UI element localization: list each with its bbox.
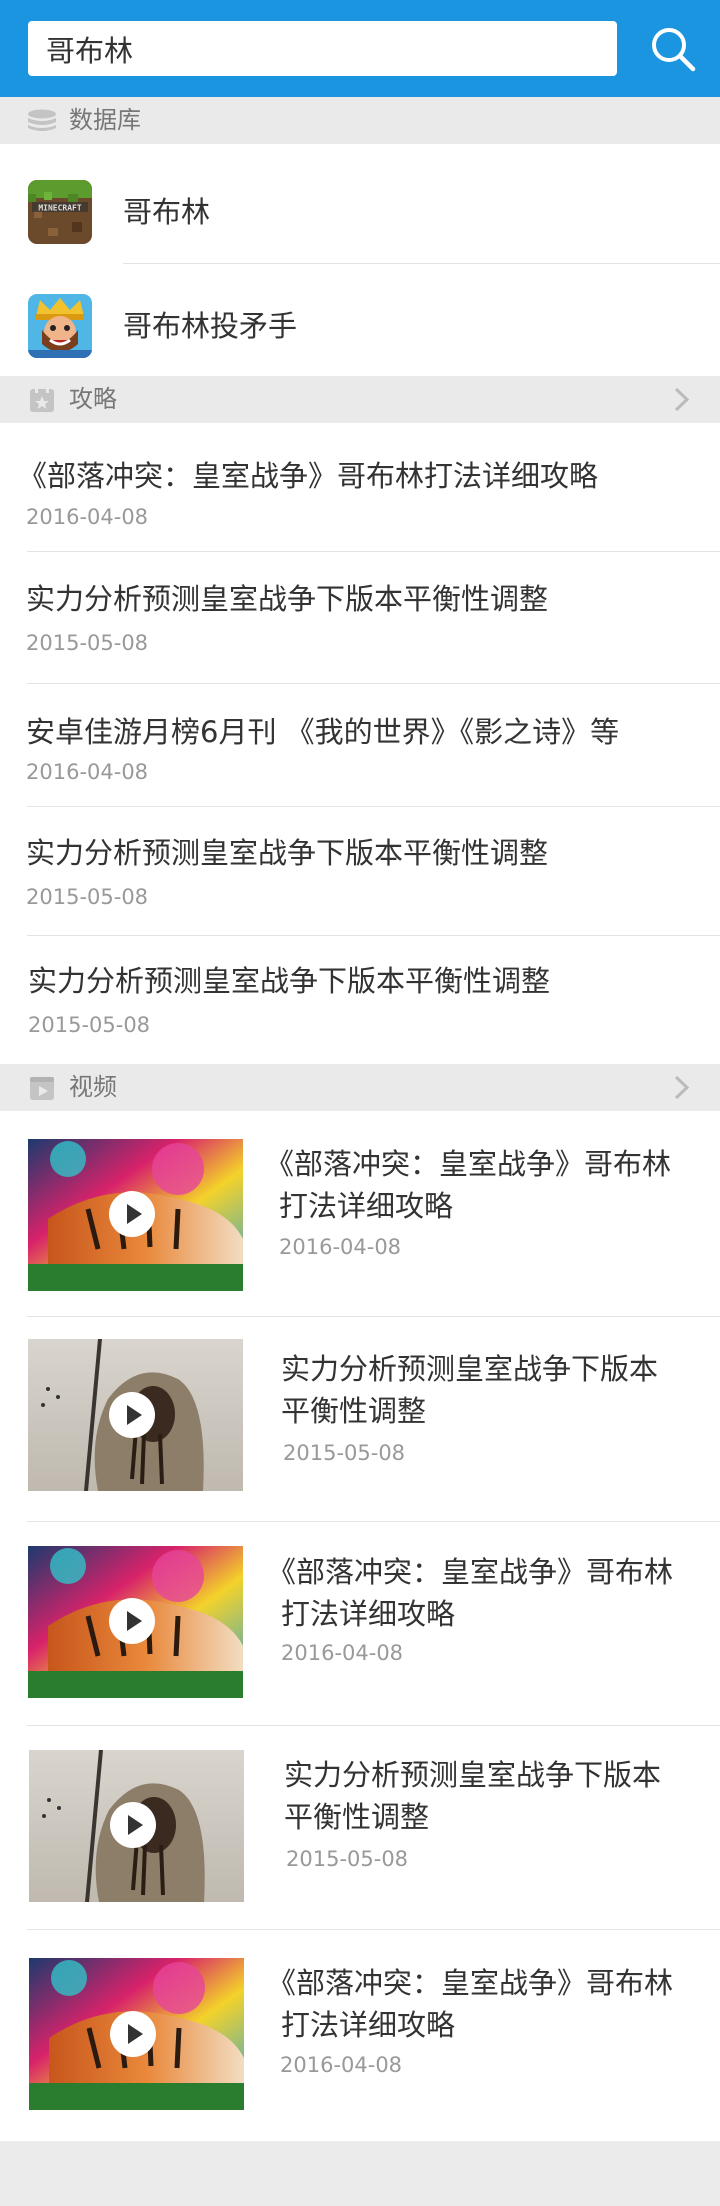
search-header (0, 0, 720, 97)
video-item[interactable]: 实力分析预测皇室战争下版本 平衡性调整 2015-05-08 (0, 1726, 720, 1930)
database-item[interactable]: MINECRAFT 哥布林 (0, 144, 720, 257)
video-list: 《部落冲突：皇室战争》哥布林 打法详细攻略 2016-04-08 实力分析预测皇… (0, 1111, 720, 2141)
database-item[interactable]: 哥布林投矛手 (0, 258, 720, 371)
video-date: 2016-04-08 (280, 2053, 403, 2077)
play-button[interactable] (110, 1802, 156, 1848)
article-date: 2016-04-08 (26, 760, 149, 784)
play-button[interactable] (110, 2011, 156, 2057)
video-title: 《部落冲突：皇室战争》哥布林 打法详细攻略 (265, 1143, 695, 1227)
database-section-header: 数据库 (0, 97, 720, 144)
article-title: 实力分析预测皇室战争下版本平衡性调整 (26, 582, 549, 616)
video-date: 2016-04-08 (279, 1235, 402, 1259)
video-title-line: 《部落冲突：皇室战争》哥布林 (265, 1147, 672, 1181)
video-title-line: 《部落冲突：皇室战争》哥布林 (267, 1555, 674, 1589)
video-title: 《部落冲突：皇室战争》哥布林 打法详细攻略 (267, 1551, 697, 1635)
minecraft-app-icon: MINECRAFT (28, 180, 92, 244)
video-icon (30, 1077, 54, 1100)
play-icon (127, 1405, 142, 1425)
video-title: 实力分析预测皇室战争下版本 平衡性调整 (281, 1348, 711, 1432)
play-button[interactable] (109, 1191, 155, 1237)
video-title-line: 实力分析预测皇室战争下版本 (284, 1758, 662, 1792)
video-item[interactable]: 《部落冲突：皇室战争》哥布林 打法详细攻略 2016-04-08 (0, 1930, 720, 2141)
section-label-video: 视频 (69, 1073, 117, 1101)
database-icon (28, 109, 56, 131)
video-section-header[interactable]: 视频 (0, 1064, 720, 1111)
video-title: 实力分析预测皇室战争下版本 平衡性调整 (284, 1754, 714, 1838)
article-date: 2015-05-08 (28, 1013, 151, 1037)
video-title-line: 平衡性调整 (281, 1394, 427, 1428)
video-title-line: 实力分析预测皇室战争下版本 (281, 1352, 659, 1386)
video-title-line: 打法详细攻略 (281, 1597, 456, 1631)
chevron-right-icon[interactable] (672, 386, 692, 413)
article-title: 安卓佳游月榜6月刊 《我的世界》《影之诗》等 (26, 715, 620, 749)
database-list: MINECRAFT 哥布林 哥布林投矛手 (0, 144, 720, 376)
article-item[interactable]: 实力分析预测皇室战争下版本平衡性调整 2015-05-08 (0, 936, 720, 1064)
video-item[interactable]: 《部落冲突：皇室战争》哥布林 打法详细攻略 2016-04-08 (0, 1111, 720, 1316)
article-item[interactable]: 实力分析预测皇室战争下版本平衡性调整 2015-05-08 (0, 552, 720, 683)
play-icon (127, 1204, 142, 1224)
play-button[interactable] (109, 1598, 155, 1644)
article-title: 《部落冲突：皇室战争》哥布林打法详细攻略 (18, 459, 599, 493)
clash-royale-goblin-app-icon (28, 294, 92, 358)
strategy-list: 《部落冲突：皇室战争》哥布林打法详细攻略 2016-04-08 实力分析预测皇室… (0, 423, 720, 1064)
strategy-icon (30, 388, 54, 412)
article-title: 实力分析预测皇室战争下版本平衡性调整 (26, 836, 549, 870)
search-input[interactable] (28, 21, 617, 76)
article-date: 2015-05-08 (26, 631, 149, 655)
article-title: 实力分析预测皇室战争下版本平衡性调整 (28, 964, 551, 998)
chevron-right-icon[interactable] (672, 1074, 692, 1101)
section-label-database: 数据库 (69, 106, 141, 134)
video-title-line: 《部落冲突：皇室战争》哥布林 (267, 1966, 674, 2000)
play-icon (128, 1815, 143, 1835)
play-icon (128, 2024, 143, 2044)
video-title: 《部落冲突：皇室战争》哥布林 打法详细攻略 (267, 1962, 697, 2046)
video-title-line: 平衡性调整 (284, 1800, 430, 1834)
video-date: 2015-05-08 (283, 1441, 406, 1465)
article-item[interactable]: 实力分析预测皇室战争下版本平衡性调整 2015-05-08 (0, 807, 720, 935)
article-item[interactable]: 《部落冲突：皇室战争》哥布林打法详细攻略 2016-04-08 (0, 423, 720, 551)
play-button[interactable] (109, 1392, 155, 1438)
video-date: 2015-05-08 (286, 1847, 409, 1871)
article-date: 2016-04-08 (26, 505, 149, 529)
article-item[interactable]: 安卓佳游月榜6月刊 《我的世界》《影之诗》等 2016-04-08 (0, 684, 720, 809)
video-date: 2016-04-08 (281, 1641, 404, 1665)
svg-text:MINECRAFT: MINECRAFT (38, 204, 82, 213)
section-label-strategy: 攻略 (69, 385, 117, 413)
video-title-line: 打法详细攻略 (279, 1189, 454, 1223)
search-icon[interactable] (648, 24, 698, 74)
video-title-line: 打法详细攻略 (281, 2008, 456, 2042)
article-date: 2015-05-08 (26, 885, 149, 909)
video-item[interactable]: 《部落冲突：皇室战争》哥布林 打法详细攻略 2016-04-08 (0, 1522, 720, 1726)
database-item-name: 哥布林投矛手 (123, 309, 298, 343)
video-item[interactable]: 实力分析预测皇室战争下版本 平衡性调整 2015-05-08 (0, 1317, 720, 1521)
play-icon (127, 1611, 142, 1631)
strategy-section-header[interactable]: 攻略 (0, 376, 720, 423)
